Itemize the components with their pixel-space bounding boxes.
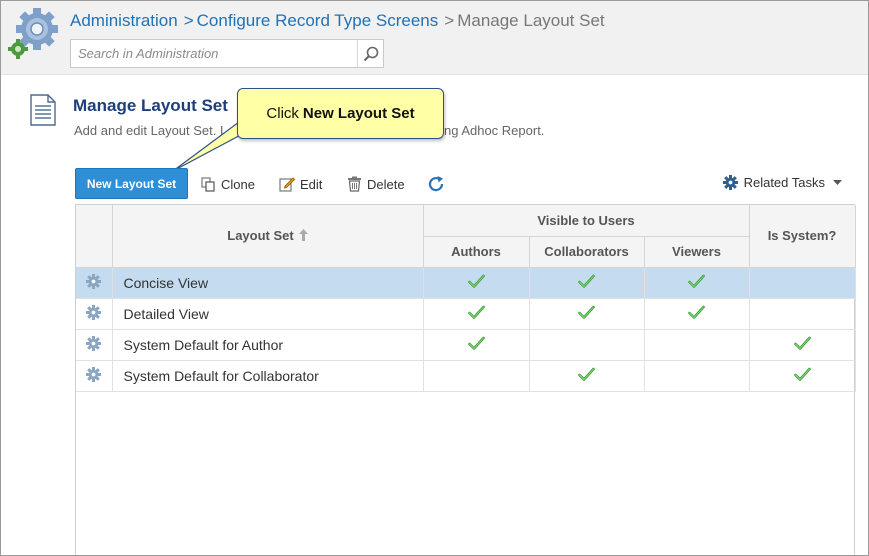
administration-gears-icon (8, 8, 58, 59)
refresh-icon (428, 176, 444, 192)
authors-cell (422, 328, 530, 361)
instruction-callout: Click New Layout Set (237, 88, 444, 139)
clone-icon (201, 176, 215, 192)
is-system-cell (748, 266, 856, 299)
check-icon (688, 274, 705, 288)
row-actions-cell[interactable] (76, 297, 113, 330)
sort-ascending-icon (298, 229, 308, 242)
edit-label: Edit (300, 176, 323, 192)
collaborators-cell (528, 328, 645, 361)
check-icon (578, 274, 595, 288)
row-action-header (76, 205, 113, 268)
table-row[interactable]: System Default for Collaborator (76, 359, 856, 392)
viewers-cell (643, 297, 750, 330)
new-layout-set-button[interactable]: New Layout Set (75, 168, 188, 199)
clone-button[interactable]: Clone (201, 175, 255, 193)
column-header-authors[interactable]: Authors (423, 235, 530, 268)
column-header-layout-set[interactable]: Layout Set (111, 205, 424, 268)
delete-label: Delete (367, 176, 405, 192)
row-gear-icon (86, 335, 102, 351)
authors-cell (422, 266, 530, 299)
row-actions-cell[interactable] (76, 359, 113, 392)
related-tasks-dropdown[interactable]: Related Tasks (722, 175, 842, 190)
table-row[interactable]: System Default for Author (76, 328, 856, 361)
edit-button[interactable]: Edit (279, 175, 322, 193)
viewers-cell (643, 266, 750, 299)
layout-set-name-cell[interactable]: System Default for Collaborator (111, 359, 424, 392)
layout-set-name-cell[interactable]: System Default for Author (111, 328, 424, 361)
breadcrumb: Administration > Configure Record Type Scr… (70, 11, 605, 31)
breadcrumb-separator: > (444, 11, 455, 30)
check-icon (467, 336, 485, 350)
app-window: Administration > Configure Record Type Scr… (0, 0, 869, 556)
row-gear-icon (86, 304, 102, 320)
column-header-collaborators[interactable]: Collaborators (528, 235, 645, 268)
table-row[interactable]: Detailed View (76, 297, 856, 330)
check-icon (793, 367, 811, 381)
viewers-cell (643, 328, 750, 361)
delete-button[interactable]: Delete (347, 175, 405, 193)
callout-target: New Layout Set (302, 105, 415, 122)
refresh-button[interactable] (427, 175, 450, 193)
related-tasks-label: Related Tasks (743, 175, 825, 190)
check-icon (578, 367, 595, 381)
header-bar: Administration > Configure Record Type Scr… (1, 1, 868, 75)
row-actions-cell[interactable] (76, 328, 113, 361)
gear-icon (722, 175, 738, 190)
search-box (70, 39, 384, 68)
authors-cell (422, 297, 530, 330)
collaborators-cell (528, 266, 645, 299)
page-description-end: ating Adhoc Report. (430, 123, 545, 138)
layout-set-grid: Layout Set Visible to Users Is System? A… (75, 204, 856, 555)
layout-set-name-cell[interactable]: Detailed View (111, 297, 424, 330)
callout-prefix: Click (266, 105, 299, 122)
check-icon (793, 336, 811, 350)
layout-set-name-cell[interactable]: Concise View (111, 266, 424, 299)
breadcrumb-current: Manage Layout Set (457, 11, 605, 30)
check-icon (578, 305, 595, 319)
row-gear-icon (86, 366, 102, 382)
breadcrumb-configure-record-type-screens[interactable]: Configure Record Type Screens (197, 11, 439, 30)
column-header-visible-to-users: Visible to Users (422, 205, 750, 237)
column-header-is-system[interactable]: Is System? (748, 205, 856, 268)
breadcrumb-administration[interactable]: Administration (70, 11, 178, 30)
table-row[interactable]: Concise View (76, 266, 856, 299)
is-system-cell (748, 328, 856, 361)
viewers-cell (643, 359, 750, 392)
search-icon (363, 46, 378, 61)
page-title: Manage Layout Set (73, 96, 228, 115)
edit-icon (279, 177, 295, 192)
authors-cell (422, 359, 530, 392)
grid-body: Concise View Detailed View System Default … (76, 266, 856, 392)
collaborators-cell (528, 297, 645, 330)
search-button[interactable] (357, 40, 383, 67)
column-header-layout-set-label: Layout Set (227, 228, 294, 244)
is-system-cell (748, 359, 856, 392)
is-system-cell (748, 297, 856, 330)
layout-set-table: Layout Set Visible to Users Is System? A… (76, 205, 856, 392)
check-icon (467, 274, 485, 288)
row-gear-icon (86, 273, 102, 289)
chevron-down-icon (833, 179, 842, 185)
column-header-viewers[interactable]: Viewers (643, 235, 750, 268)
clone-label: Clone (221, 176, 255, 192)
trash-icon (348, 176, 361, 192)
search-input[interactable] (71, 40, 358, 67)
collaborators-cell (528, 359, 645, 392)
document-icon (30, 94, 56, 126)
row-actions-cell[interactable] (76, 266, 113, 299)
check-icon (688, 305, 705, 319)
breadcrumb-separator: > (183, 11, 194, 30)
check-icon (467, 305, 485, 319)
